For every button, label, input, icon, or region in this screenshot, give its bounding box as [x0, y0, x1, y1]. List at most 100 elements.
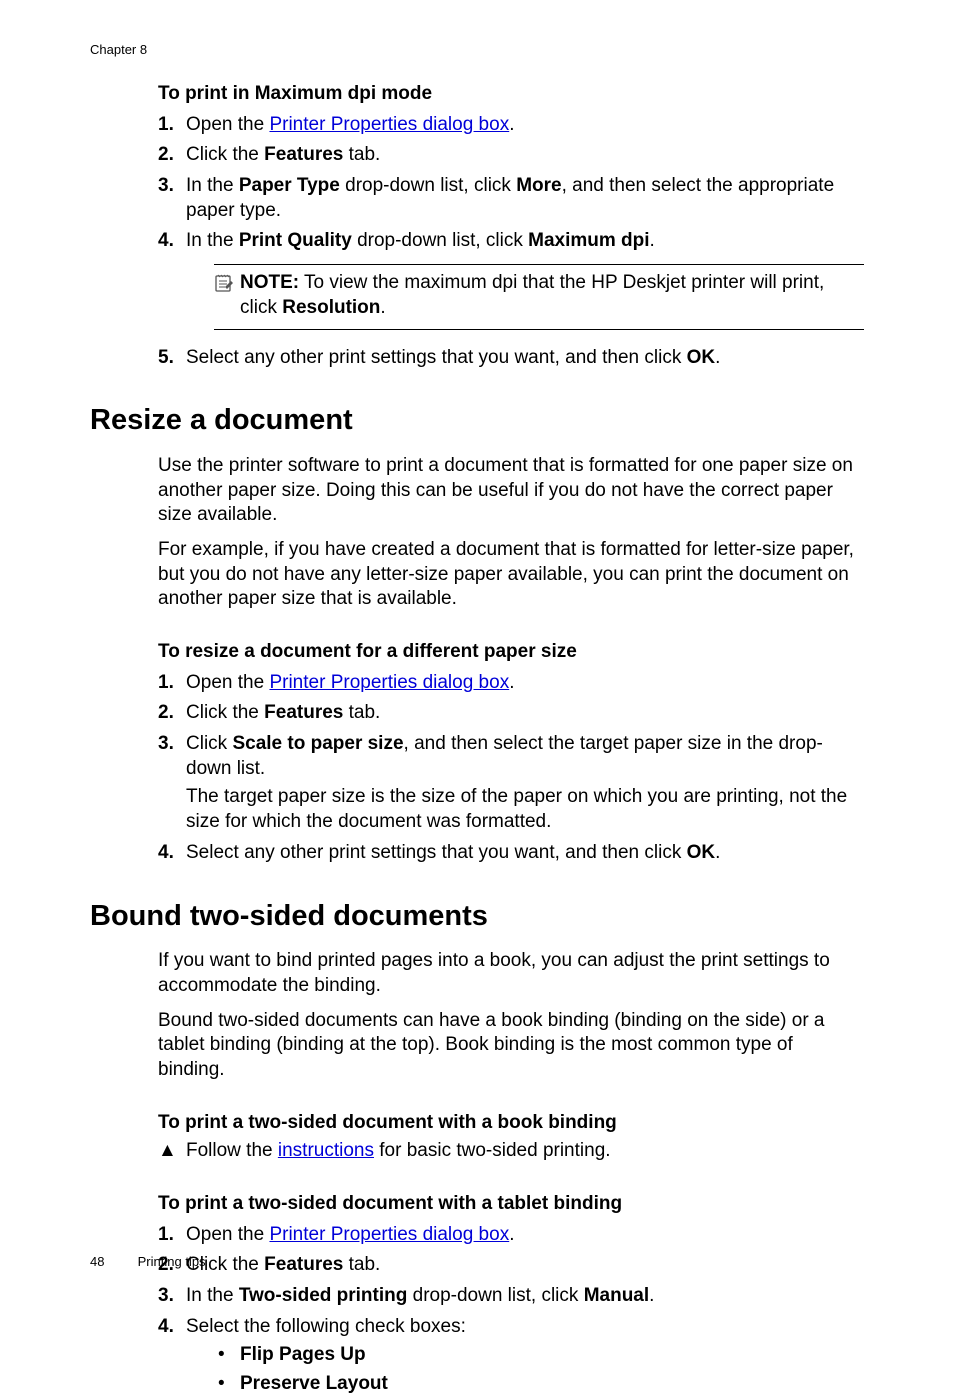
text: .	[509, 672, 514, 693]
chapter-label: Chapter 8	[90, 42, 147, 59]
text: Click the	[186, 144, 264, 165]
step-body: Open the Printer Properties dialog box.	[186, 113, 864, 138]
note-label: NOTE:	[240, 272, 299, 293]
step-body: Open the Printer Properties dialog box.	[186, 1223, 864, 1248]
step-3: 3. Click Scale to paper size, and then s…	[158, 732, 864, 835]
bold-text: Features	[264, 702, 343, 723]
text: drop-down list, click	[340, 175, 516, 196]
text: In the	[186, 230, 239, 251]
step-number: 2.	[158, 701, 186, 726]
text: .	[509, 1224, 514, 1245]
text: Open the	[186, 114, 269, 135]
bold-text: Manual	[584, 1285, 649, 1306]
note-icon	[214, 271, 240, 295]
bold-text: More	[516, 175, 561, 196]
text: drop-down list, click	[407, 1285, 583, 1306]
step-number: 4.	[158, 841, 186, 866]
step-continuation: The target paper size is the size of the…	[186, 785, 864, 834]
step-3: 3. In the Paper Type drop-down list, cli…	[158, 174, 864, 223]
step-number: 1.	[158, 113, 186, 138]
instructions-link[interactable]: instructions	[278, 1140, 374, 1161]
text: Open the	[186, 672, 269, 693]
paragraph: Bound two-sided documents can have a boo…	[158, 1009, 864, 1083]
printer-properties-link[interactable]: Printer Properties dialog box	[269, 114, 509, 135]
step-4: 4. In the Print Quality drop-down list, …	[158, 229, 864, 339]
text: Select the following check boxes:	[186, 1316, 466, 1337]
text: tab.	[343, 144, 380, 165]
resize-heading: Resize a document	[90, 402, 864, 440]
paragraph: If you want to bind printed pages into a…	[158, 949, 864, 998]
triangle-bullet-icon: ▲	[158, 1139, 186, 1164]
step-body: Click the Features tab.	[186, 1253, 864, 1278]
printer-properties-link[interactable]: Printer Properties dialog box	[269, 1224, 509, 1245]
page-number: 48	[90, 1254, 134, 1271]
step-number: 3.	[158, 1284, 186, 1309]
step-1: 1. Open the Printer Properties dialog bo…	[158, 671, 864, 696]
bullet-dot-icon: •	[218, 1343, 240, 1368]
step-1: 1. Open the Printer Properties dialog bo…	[158, 1223, 864, 1248]
step-3: 3. In the Two-sided printing drop-down l…	[158, 1284, 864, 1309]
printer-properties-link[interactable]: Printer Properties dialog box	[269, 672, 509, 693]
step-number: 4.	[158, 229, 186, 339]
text: Follow the	[186, 1140, 278, 1161]
step-4: 4. Select the following check boxes: • F…	[158, 1315, 864, 1397]
text: In the	[186, 175, 239, 196]
paragraph: For example, if you have created a docum…	[158, 538, 864, 612]
text: .	[715, 347, 720, 368]
text: Select any other print settings that you…	[186, 842, 687, 863]
step-body: Follow the instructions for basic two-si…	[186, 1139, 611, 1164]
paragraph: Use the printer software to print a docu…	[158, 454, 864, 528]
document-page: Chapter 8 To print in Maximum dpi mode 1…	[0, 0, 954, 1321]
bold-text: OK	[687, 842, 716, 863]
step-2: 2. Click the Features tab.	[158, 701, 864, 726]
bullet-list: • Flip Pages Up • Preserve Layout	[218, 1343, 864, 1396]
text: .	[649, 1285, 654, 1306]
bullet-item: • Flip Pages Up	[218, 1343, 864, 1368]
step-body: In the Two-sided printing drop-down list…	[186, 1284, 864, 1309]
note-text: NOTE: To view the maximum dpi that the H…	[240, 271, 864, 320]
bold-text: Two-sided printing	[239, 1285, 408, 1306]
step-2: 2. Click the Features tab.	[158, 1253, 864, 1278]
text: Click	[186, 733, 232, 754]
step-body: In the Print Quality drop-down list, cli…	[186, 229, 864, 339]
text: drop-down list, click	[352, 230, 528, 251]
text: Open the	[186, 1224, 269, 1245]
text: for basic two-sided printing.	[374, 1140, 611, 1161]
bold-text: Resolution	[282, 297, 380, 318]
step-number: 1.	[158, 671, 186, 696]
step-number: 3.	[158, 732, 186, 835]
step-body: Select any other print settings that you…	[186, 841, 864, 866]
resize-sub-heading: To resize a document for a different pap…	[158, 640, 864, 665]
footer-section: Printing tips	[138, 1254, 206, 1269]
step-body: Select any other print settings that you…	[186, 346, 864, 371]
step-body: Click the Features tab.	[186, 701, 864, 726]
bold-text: Print Quality	[239, 230, 352, 251]
bullet-label: Flip Pages Up	[240, 1343, 366, 1368]
step-5: 5. Select any other print settings that …	[158, 346, 864, 371]
step-body: Click the Features tab.	[186, 143, 864, 168]
step-body: Open the Printer Properties dialog box.	[186, 671, 864, 696]
note-box: NOTE: To view the maximum dpi that the H…	[214, 264, 864, 329]
bound-heading: Bound two-sided documents	[90, 898, 864, 936]
step-body: Click Scale to paper size, and then sele…	[186, 732, 864, 835]
book-binding-sub: To print a two-sided document with a boo…	[158, 1111, 864, 1136]
text: .	[650, 230, 655, 251]
content-area: To print in Maximum dpi mode 1. Open the…	[90, 82, 864, 1397]
step-2: 2. Click the Features tab.	[158, 143, 864, 168]
step-number: 2.	[158, 143, 186, 168]
step-number: 5.	[158, 346, 186, 371]
bullet-item: • Preserve Layout	[218, 1372, 864, 1397]
step-4: 4. Select any other print settings that …	[158, 841, 864, 866]
text: Click the	[186, 702, 264, 723]
bold-text: Scale to paper size	[232, 733, 403, 754]
tablet-binding-sub: To print a two-sided document with a tab…	[158, 1192, 864, 1217]
text: Select any other print settings that you…	[186, 347, 687, 368]
bold-text: Maximum dpi	[528, 230, 649, 251]
triangle-step: ▲ Follow the instructions for basic two-…	[158, 1139, 864, 1164]
step-number: 4.	[158, 1315, 186, 1397]
step-body: In the Paper Type drop-down list, click …	[186, 174, 864, 223]
bullet-label: Preserve Layout	[240, 1372, 388, 1397]
text: .	[715, 842, 720, 863]
bold-text: Features	[264, 1254, 343, 1275]
page-footer: 48 Printing tips	[90, 1254, 206, 1271]
